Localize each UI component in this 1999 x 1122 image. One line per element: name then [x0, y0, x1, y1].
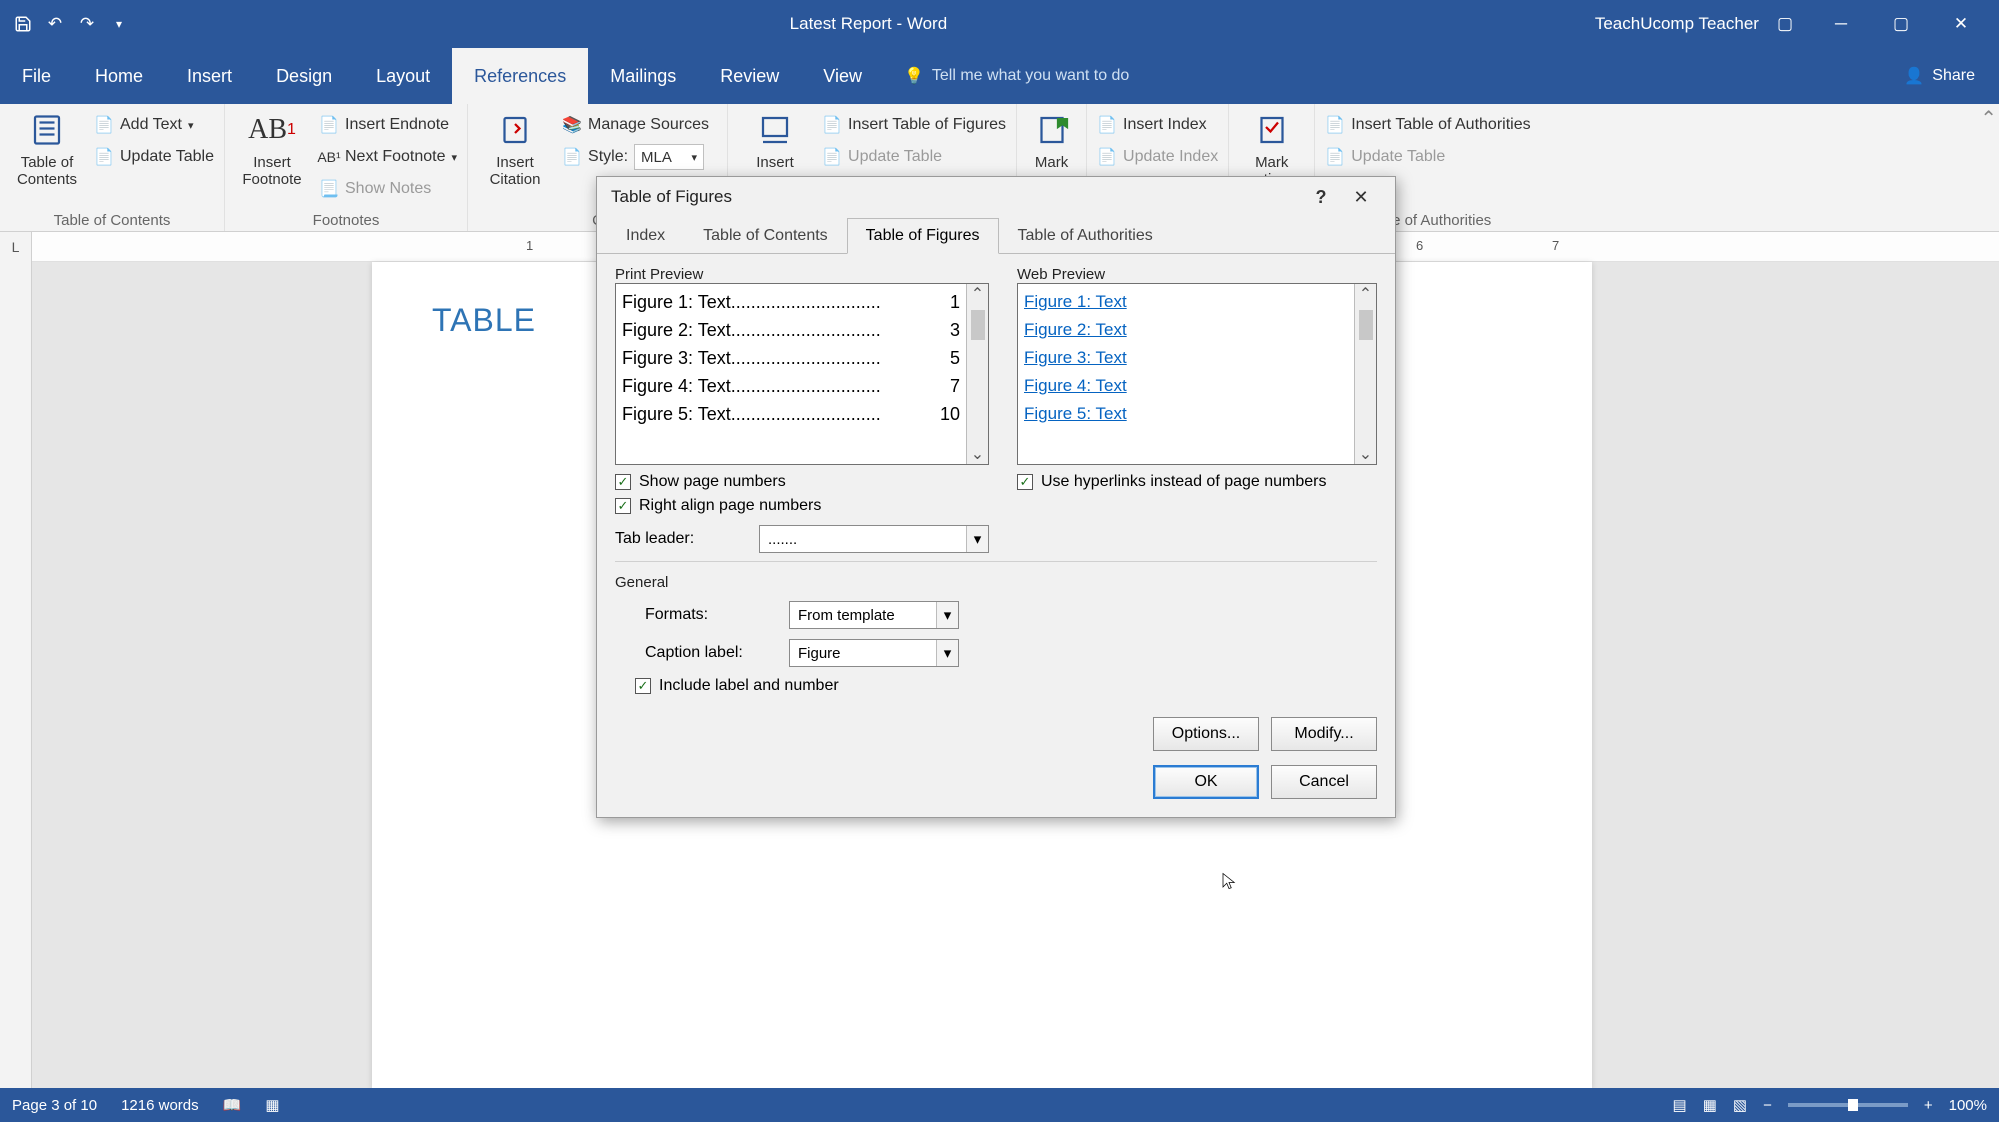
right-align-checkbox[interactable]: ✓ Right align page numbers: [615, 497, 989, 515]
dialog-tab-index[interactable]: Index: [607, 218, 684, 254]
web-preview-content: Figure 1: TextFigure 2: TextFigure 3: Te…: [1018, 284, 1354, 464]
dialog-titlebar[interactable]: Table of Figures ? ✕: [597, 177, 1395, 217]
right-align-label: Right align page numbers: [639, 497, 821, 515]
chevron-down-icon: ▾: [936, 640, 958, 666]
modify-button[interactable]: Modify...: [1271, 717, 1377, 751]
general-label: General: [615, 574, 1377, 591]
include-label-checkbox[interactable]: ✓ Include label and number: [635, 677, 1377, 695]
table-of-figures-dialog: Table of Figures ? ✕ Index Table of Cont…: [596, 176, 1396, 818]
print-preview-line: Figure 5: Text..........................…: [622, 400, 960, 428]
dialog-title: Table of Figures: [611, 187, 732, 207]
web-preview-label: Web Preview: [1017, 266, 1377, 283]
checkbox-icon: ✓: [635, 678, 651, 694]
show-page-numbers-label: Show page numbers: [639, 473, 786, 491]
checkbox-icon: ✓: [1017, 474, 1033, 490]
checkbox-icon: ✓: [615, 498, 631, 514]
use-hyperlinks-label: Use hyperlinks instead of page numbers: [1041, 473, 1327, 491]
caption-label-value: Figure: [798, 645, 841, 662]
web-preview-scrollbar[interactable]: ⌃⌄: [1354, 284, 1376, 464]
use-hyperlinks-checkbox[interactable]: ✓ Use hyperlinks instead of page numbers: [1017, 473, 1377, 491]
caption-label-select[interactable]: Figure ▾: [789, 639, 959, 667]
print-preview-line: Figure 4: Text..........................…: [622, 372, 960, 400]
caption-label-label: Caption label:: [645, 644, 779, 662]
web-preview-link: Figure 2: Text: [1024, 316, 1348, 344]
scroll-thumb[interactable]: [971, 310, 985, 340]
print-preview-section: Print Preview Figure 1: Text............…: [615, 266, 989, 553]
close-dialog-button[interactable]: ✕: [1341, 177, 1381, 217]
scroll-down-icon[interactable]: ⌄: [971, 444, 984, 464]
web-preview-link: Figure 4: Text: [1024, 372, 1348, 400]
scroll-down-icon[interactable]: ⌄: [1359, 444, 1372, 464]
ok-button[interactable]: OK: [1153, 765, 1259, 799]
dialog-tab-toa[interactable]: Table of Authorities: [999, 218, 1172, 254]
include-label-label: Include label and number: [659, 677, 839, 695]
formats-value: From template: [798, 607, 895, 624]
print-preview-content: Figure 1: Text..........................…: [616, 284, 966, 464]
cancel-button[interactable]: Cancel: [1271, 765, 1377, 799]
dialog-tab-toc[interactable]: Table of Contents: [684, 218, 847, 254]
chevron-down-icon: ▾: [966, 526, 988, 552]
dialog-tabs: Index Table of Contents Table of Figures…: [597, 217, 1395, 254]
scroll-up-icon[interactable]: ⌃: [971, 284, 984, 304]
show-page-numbers-checkbox[interactable]: ✓ Show page numbers: [615, 473, 989, 491]
dialog-tab-tof[interactable]: Table of Figures: [847, 218, 999, 254]
print-preview-box: Figure 1: Text..........................…: [615, 283, 989, 465]
checkbox-icon: ✓: [615, 474, 631, 490]
print-preview-label: Print Preview: [615, 266, 989, 283]
formats-row: Formats: From template ▾: [615, 601, 1377, 629]
web-preview-link: Figure 3: Text: [1024, 344, 1348, 372]
web-preview-box: Figure 1: TextFigure 2: TextFigure 3: Te…: [1017, 283, 1377, 465]
print-preview-line: Figure 1: Text..........................…: [622, 288, 960, 316]
web-preview-section: Web Preview Figure 1: TextFigure 2: Text…: [1017, 266, 1377, 553]
tab-leader-row: Tab leader: ....... ▾: [615, 525, 989, 553]
caption-label-row: Caption label: Figure ▾: [615, 639, 1377, 667]
tab-leader-value: .......: [768, 531, 797, 548]
options-button[interactable]: Options...: [1153, 717, 1259, 751]
chevron-down-icon: ▾: [936, 602, 958, 628]
help-button[interactable]: ?: [1301, 177, 1341, 217]
web-preview-link: Figure 5: Text: [1024, 400, 1348, 428]
scroll-up-icon[interactable]: ⌃: [1359, 284, 1372, 304]
web-preview-link: Figure 1: Text: [1024, 288, 1348, 316]
tab-leader-select[interactable]: ....... ▾: [759, 525, 989, 553]
general-section: General Formats: From template ▾ Caption …: [615, 561, 1377, 751]
formats-select[interactable]: From template ▾: [789, 601, 959, 629]
formats-label: Formats:: [645, 606, 779, 624]
print-preview-line: Figure 3: Text..........................…: [622, 344, 960, 372]
scroll-thumb[interactable]: [1359, 310, 1373, 340]
tab-leader-label: Tab leader:: [615, 530, 749, 548]
dialog-overlay: Table of Figures ? ✕ Index Table of Cont…: [0, 0, 1999, 1122]
mouse-cursor-icon: [1220, 870, 1238, 892]
print-preview-line: Figure 2: Text..........................…: [622, 316, 960, 344]
print-preview-scrollbar[interactable]: ⌃⌄: [966, 284, 988, 464]
